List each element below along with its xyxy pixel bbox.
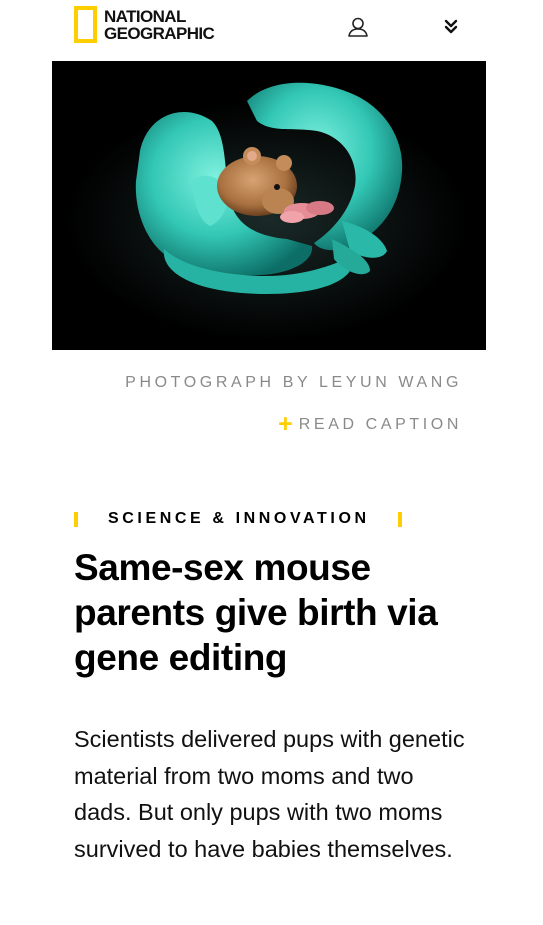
section-tag: SCIENCE & INNOVATION (74, 509, 402, 529)
menu-button[interactable] (440, 14, 462, 38)
mouse-in-gloved-hands-photo (52, 61, 486, 350)
section-bar-left (74, 511, 78, 527)
site-header: NATIONAL GEOGRAPHIC (0, 0, 543, 61)
section-link[interactable]: SCIENCE & INNOVATION (108, 510, 370, 528)
article-headline: Same-sex mouse parents give birth via ge… (74, 547, 438, 678)
natgeo-logo[interactable]: NATIONAL GEOGRAPHIC (74, 6, 215, 43)
logo-line-national: NATIONAL (104, 6, 186, 26)
account-button[interactable] (345, 14, 371, 40)
logo-wordmark: NATIONAL GEOGRAPHIC (104, 6, 215, 43)
article-dek: Scientists delivered pups with genetic m… (74, 726, 465, 863)
read-caption-label: READ CAPTION (298, 416, 462, 433)
photo-credit: PHOTOGRAPH BY LEYUN WANG (125, 374, 462, 391)
section-bar-right (397, 511, 402, 527)
hero-photo[interactable] (52, 61, 486, 350)
read-caption-button[interactable]: + READ CAPTION (278, 410, 462, 438)
plus-icon: + (278, 410, 293, 438)
logo-line-geographic: GEOGRAPHIC (104, 23, 215, 43)
double-chevron-down-icon (444, 19, 458, 34)
yellow-border-logo-icon (74, 6, 97, 43)
user-icon (348, 17, 368, 37)
